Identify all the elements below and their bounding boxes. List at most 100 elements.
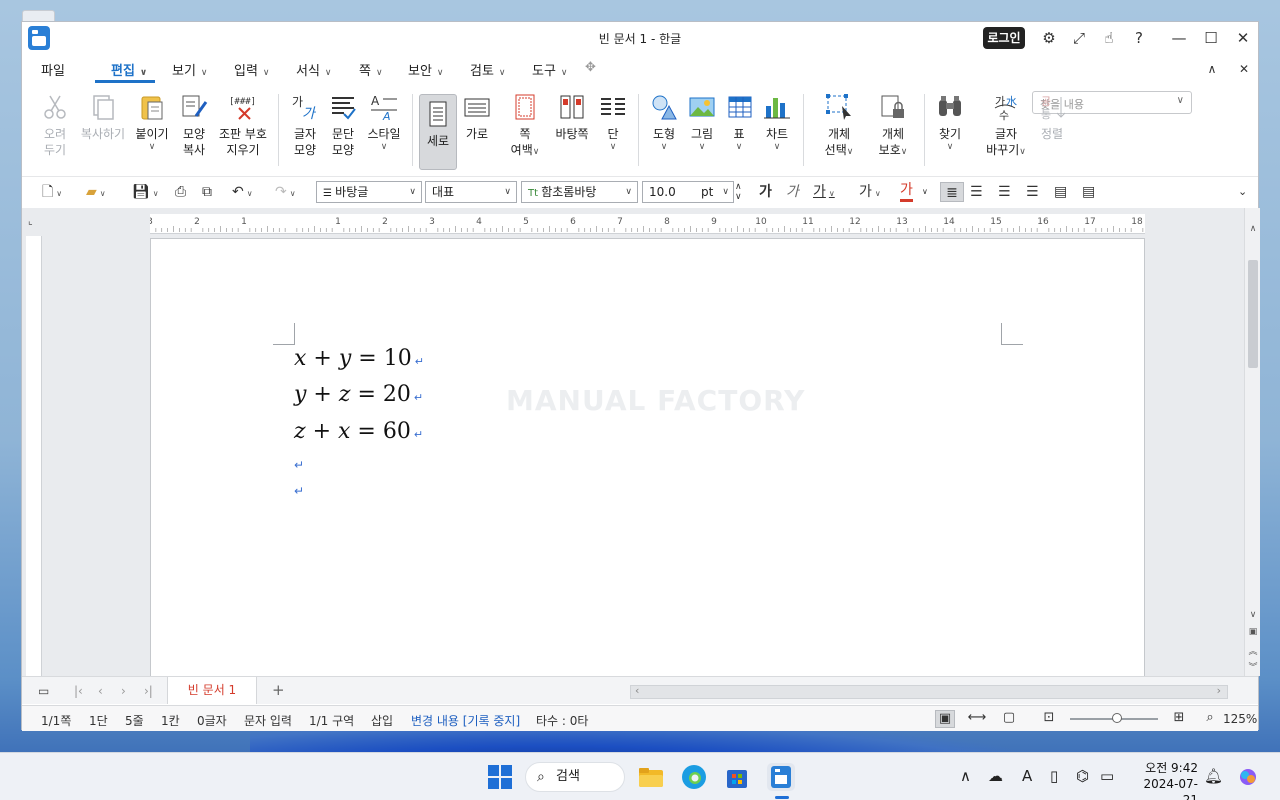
font-name-select[interactable]: Tt 함초롬바탕 ∨ [521, 181, 638, 203]
hangul-taskbar-icon[interactable] [767, 763, 795, 799]
expand-toolbar-icon[interactable]: ⌄ [1238, 182, 1247, 202]
close-doc-icon[interactable]: ✕ [1234, 59, 1254, 79]
strikethrough-button[interactable]: 가 ∨ [859, 182, 881, 202]
equation-1[interactable]: x + y = 10 ↵ [294, 346, 424, 371]
bold-button[interactable]: 가 [759, 182, 772, 202]
system-clock[interactable]: 오전 9:42 2024-07-21 [1130, 760, 1198, 800]
zoom-level[interactable]: 125% [1223, 712, 1257, 726]
next-page-icon[interactable]: ︾ [1245, 660, 1261, 673]
onedrive-icon[interactable]: ☁ [988, 767, 1003, 785]
status-insert[interactable]: 삽입 [371, 712, 393, 729]
scroll-down-icon[interactable]: ∨ [1245, 610, 1261, 620]
settings-gear-icon[interactable]: ⚙ [1039, 28, 1059, 48]
menu-tools[interactable]: 도구 ∨ [532, 60, 568, 79]
style-select[interactable]: ☰ 바탕글 ∨ [316, 181, 422, 203]
replace-button[interactable]: 가水수 글자 바꾸기∨ [980, 92, 1032, 160]
first-tab-icon[interactable]: |‹ [74, 684, 83, 698]
equation-2[interactable]: y + z = 20 ↵ [294, 382, 423, 407]
zoom-magnifier-icon[interactable]: ⌕ [1200, 710, 1220, 728]
normal-view-icon[interactable]: ▣ [935, 710, 955, 728]
menu-edit[interactable]: 편집 ∨ [111, 60, 147, 79]
columns-button[interactable]: 단 ∨ [598, 92, 628, 152]
vertical-scrollbar[interactable]: ∧ ∨ ▣ ︽ ︾ [1244, 208, 1260, 676]
vertical-ruler[interactable] [26, 236, 42, 676]
start-windows-icon[interactable] [486, 763, 514, 791]
network-icon[interactable]: ⌬ [1076, 767, 1089, 785]
prev-tab-icon[interactable]: ‹ [98, 684, 103, 698]
battery-icon[interactable]: ▭ [1100, 767, 1114, 785]
notification-bell-icon[interactable]: 🔔︎ [1204, 767, 1223, 785]
shape-button[interactable]: 도형 ∨ [648, 92, 680, 152]
redo-icon[interactable]: ↷ ∨ [275, 182, 296, 202]
zoom-slider-knob[interactable] [1112, 713, 1122, 723]
menu-security[interactable]: 보안 ∨ [408, 60, 444, 79]
file-explorer-icon[interactable] [637, 763, 665, 791]
next-tab-icon[interactable]: › [121, 684, 126, 698]
equation-3[interactable]: z + x = 60 ↵ [294, 419, 423, 444]
add-tab-button[interactable]: + [272, 681, 285, 699]
undo-icon[interactable]: ↶ ∨ [232, 182, 253, 202]
format-copy-button[interactable]: 모양 복사 [177, 92, 211, 158]
background-page-button[interactable]: 바탕쪽 [552, 92, 592, 142]
copy-button[interactable]: 복사하기 [78, 92, 128, 142]
full-page-icon[interactable]: ▢ [999, 710, 1019, 728]
font-size-stepper[interactable]: ∧ ∨ [735, 182, 742, 202]
scroll-thumb[interactable] [1248, 260, 1258, 368]
align-split-icon[interactable]: ▤ [1082, 182, 1095, 202]
char-shape-button[interactable]: 가가 글자 모양 [288, 92, 322, 158]
menu-page[interactable]: 쪽 ∨ [359, 60, 383, 79]
minimize-icon[interactable]: — [1169, 28, 1189, 48]
last-tab-icon[interactable]: ›| [144, 684, 153, 698]
print-icon[interactable]: ⎙ [175, 182, 186, 202]
font-language-select[interactable]: 대표 ∨ [425, 181, 517, 203]
align-justify-icon[interactable]: ≣ [940, 182, 964, 202]
menu-view[interactable]: 보기 ∨ [172, 60, 208, 79]
italic-button[interactable]: 가 [786, 182, 799, 202]
picture-button[interactable]: 그림 ∨ [686, 92, 718, 152]
menu-review[interactable]: 검토 ∨ [470, 60, 506, 79]
open-folder-icon[interactable]: ▰ ∨ [86, 182, 106, 202]
document-page[interactable]: MANUAL FACTORY x + y = 10 ↵ y + z = 20 ↵ z… [150, 238, 1145, 676]
fit-width-icon[interactable]: ⟷ [967, 710, 987, 728]
portrait-button[interactable]: 세로 [419, 94, 457, 170]
ruler-tab-icon[interactable]: ⌞ [28, 216, 33, 227]
page-margin-button[interactable]: 쪽 여백∨ [506, 92, 544, 160]
memo-icon[interactable]: ▭ [38, 684, 49, 698]
align-center-icon[interactable]: ☰ [998, 182, 1011, 202]
taskbar-search[interactable]: ⌕ 검색 [525, 762, 625, 792]
page-view-icon[interactable]: ▣ [1245, 627, 1261, 637]
tray-expand-icon[interactable]: ∧ [960, 767, 971, 785]
prev-page-icon[interactable]: ︽ [1245, 644, 1261, 657]
find-button[interactable]: 찾기 ∨ [934, 92, 966, 152]
login-button[interactable]: 로그인 [983, 27, 1025, 49]
horizontal-scrollbar[interactable]: ‹ › [630, 684, 1228, 699]
paste-button[interactable]: 붙이기 ∨ [134, 92, 170, 152]
align-distribute-icon[interactable]: ▤ [1054, 182, 1067, 202]
object-select-button[interactable]: 개체 선택∨ [819, 92, 859, 160]
font-color-button[interactable]: 가 [900, 182, 913, 202]
zoom-fit-icon[interactable]: ⊞ [1169, 710, 1189, 728]
puzzle-addon-icon[interactable]: ✥ [585, 60, 596, 75]
print-preview-icon[interactable]: ⧉ [202, 182, 212, 202]
new-doc-icon[interactable]: 🗋 ∨ [42, 182, 62, 202]
document-tab[interactable]: 빈 문서 1 [167, 677, 257, 704]
para-shape-button[interactable]: 문단 모양 [326, 92, 360, 158]
fullscreen-icon[interactable]: ⤢ [1069, 28, 1089, 48]
close-icon[interactable]: ✕ [1233, 28, 1253, 48]
font-size-field[interactable]: 10.0 pt ∨ [642, 181, 734, 203]
status-page[interactable]: 1/1쪽 [41, 712, 71, 729]
sort-button[interactable]: 공통 정렬 [1038, 92, 1066, 142]
style-button[interactable]: AA 스타일 ∨ [364, 92, 404, 152]
zoom-page-icon[interactable]: ⊡ [1039, 710, 1059, 728]
chart-button[interactable]: 차트 ∨ [761, 92, 793, 152]
landscape-button[interactable]: 가로 [461, 92, 493, 142]
horizontal-ruler[interactable]: 321123456789101112131415161718 [147, 214, 1179, 234]
cut-button[interactable]: 오려 두기 [40, 92, 70, 158]
chevron-down-icon[interactable]: ∨ [922, 182, 928, 202]
scroll-up-icon[interactable]: ∧ [1245, 224, 1261, 234]
device-icon[interactable]: ▯ [1050, 767, 1058, 785]
table-button[interactable]: 표 ∨ [725, 92, 753, 152]
ime-indicator-icon[interactable]: A [1022, 767, 1032, 785]
collapse-ribbon-icon[interactable]: ∧ [1202, 59, 1222, 79]
save-icon[interactable]: 💾︎ ∨ [132, 182, 159, 202]
